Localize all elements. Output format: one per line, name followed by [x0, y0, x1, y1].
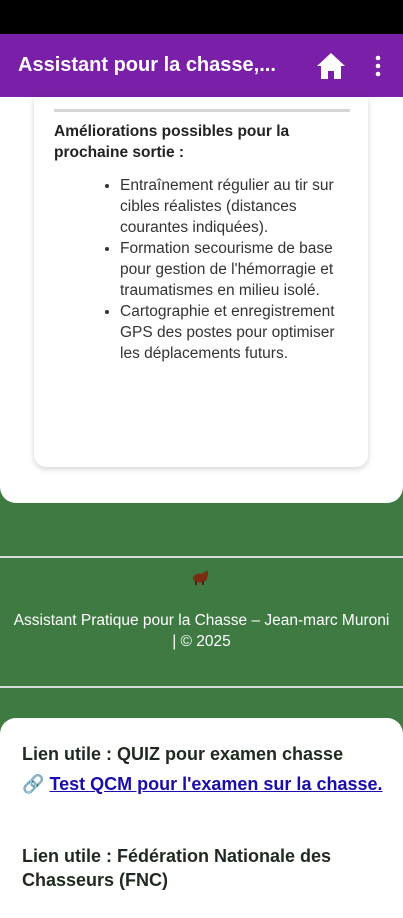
home-icon — [317, 53, 345, 79]
home-button[interactable] — [315, 51, 347, 81]
more-options-button[interactable] — [369, 52, 387, 80]
boar-icon — [189, 566, 211, 588]
link-icon: 🔗 — [22, 774, 45, 794]
app-bar: Assistant pour la chasse,... — [0, 34, 403, 97]
report-card: Améliorations possibles pour la prochain… — [34, 97, 368, 467]
section-title: Améliorations possibles pour la prochain… — [54, 123, 290, 161]
footer-divider-top — [0, 556, 403, 558]
list-item: Cartographie et enregistrement GPS des p… — [120, 301, 348, 364]
list-item: Entraînement régulier au tir sur cibles … — [120, 175, 348, 238]
quiz-link[interactable]: Test QCM pour l'examen sur la chasse. — [49, 774, 382, 794]
quiz-heading: Lien utile : QUIZ pour examen chasse — [22, 744, 344, 764]
fnc-heading: Lien utile : Fédération Nationale des Ch… — [22, 846, 332, 890]
improvements-list: Entraînement régulier au tir sur cibles … — [34, 175, 368, 364]
status-bar — [0, 0, 403, 34]
quiz-link-row: 🔗 Test QCM pour l'examen sur la chasse. — [22, 772, 392, 796]
content-panel: Améliorations possibles pour la prochain… — [0, 97, 403, 503]
footer-text: Assistant Pratique pour la Chasse – Jean… — [13, 612, 390, 650]
app-title: Assistant pour la chasse,... — [18, 54, 276, 76]
more-vertical-icon — [375, 55, 381, 77]
card-divider — [54, 109, 350, 112]
list-item: Formation secourisme de base pour gestio… — [120, 238, 348, 301]
footer-divider-bottom — [0, 686, 403, 688]
